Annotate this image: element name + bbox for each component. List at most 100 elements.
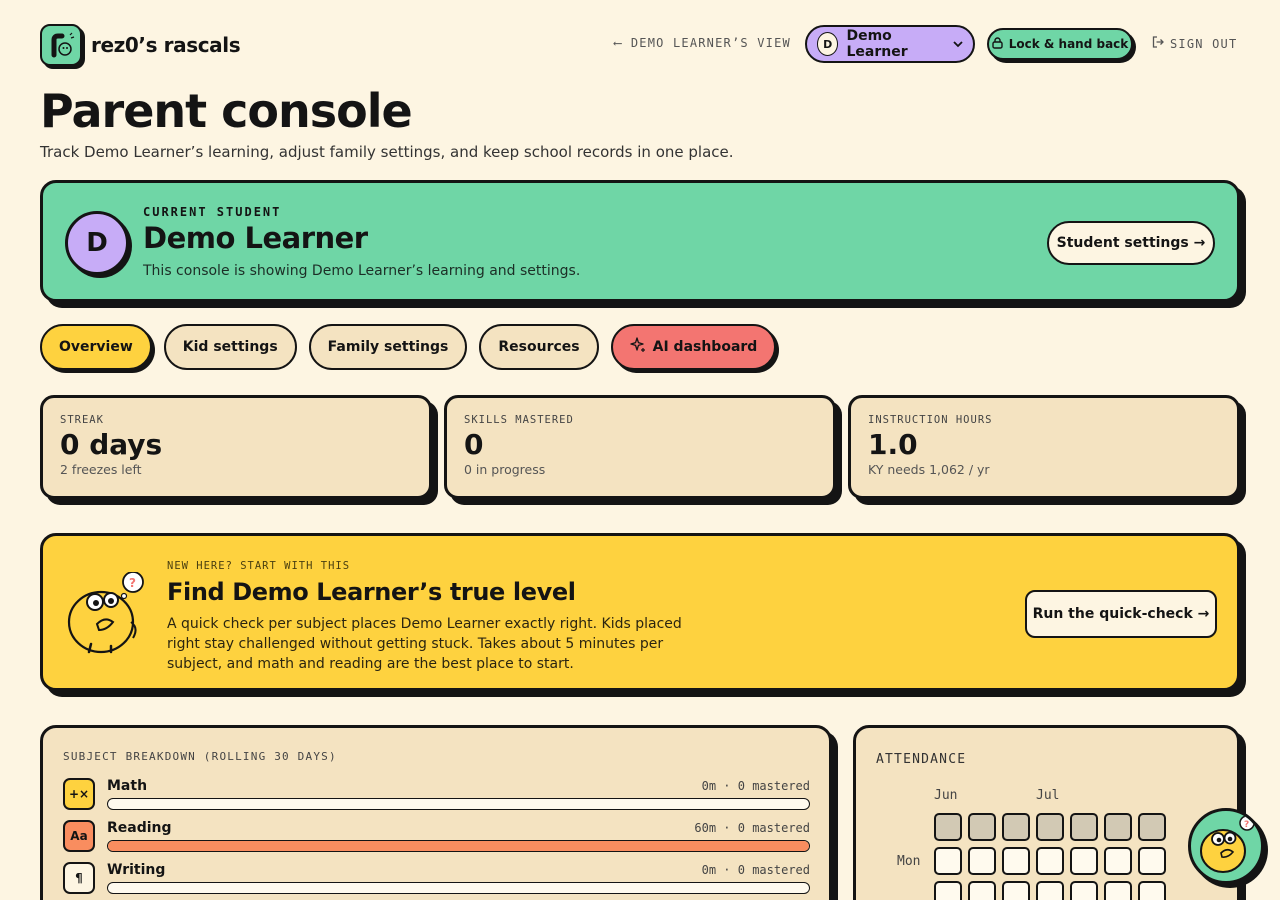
attendance-day-cell[interactable] [1036,813,1064,841]
attendance-month-label: Jun [934,788,958,803]
tab-ai-dashboard[interactable]: AI dashboard [610,324,777,370]
learner-switcher[interactable]: D Demo Learner [805,25,975,63]
attendance-day-cell[interactable] [1036,881,1064,900]
attendance-day-cell[interactable] [1070,847,1098,875]
mascot-icon: ? [1200,815,1255,873]
tab-label: Overview [59,339,133,355]
student-name: Demo Learner [143,221,368,255]
arrow-left-icon: ⟵ [614,36,631,50]
attendance-day-cell[interactable] [934,881,962,900]
attendance-day-cell[interactable] [1104,847,1132,875]
attendance-day-cell[interactable] [1104,813,1132,841]
sign-out-icon [1152,36,1164,51]
subject-progress-bar [107,840,810,852]
subject-progress-bar [107,882,810,894]
sign-out-label: SIGN OUT [1170,36,1238,51]
attendance-day-cell[interactable] [934,813,962,841]
page-subtitle: Track Demo Learner’s learning, adjust fa… [40,143,734,161]
stat-label: INSTRUCTION HOURS [868,414,993,426]
attendance-day-label: Mon [897,854,921,869]
subject-progress-fill [108,841,809,851]
subject-progress-bar [107,798,810,810]
subject-icon: ¶ [63,862,95,894]
sparkle-icon [629,337,646,357]
run-quick-check-button[interactable]: Run the quick-check → [1025,590,1217,638]
sign-out-link[interactable]: SIGN OUT [1152,36,1237,51]
back-link-label: DEMO LEARNER’S VIEW [630,36,791,50]
stat-value: 0 days [60,428,163,461]
current-student-card: D CURRENT STUDENT Demo Learner This cons… [40,180,1240,302]
tab-resources[interactable]: Resources [479,324,599,370]
brand-logo[interactable]: rez0’s rascals [40,24,241,66]
stat-value: 0 [464,428,484,461]
attendance-label: ATTENDANCE [876,752,967,767]
subject-icon: Aa [63,820,95,852]
stat-label: STREAK [60,414,104,426]
subject-stat: 0m · 0 mastered [701,863,810,877]
svg-text:?: ? [1244,820,1249,830]
quick-check-banner: ? NEW HERE? START WITH THIS Find Demo Le… [40,533,1240,691]
learner-avatar: D [817,32,839,56]
attendance-day-cell[interactable] [1138,847,1166,875]
stat-sub: 2 freezes left [60,462,142,477]
attendance-day-cell[interactable] [968,813,996,841]
attendance-day-cell[interactable] [934,847,962,875]
helper-mascot-button[interactable]: ? [1188,808,1264,884]
brand-name: rez0’s rascals [91,33,241,57]
attendance-day-cell[interactable] [1138,881,1166,900]
tab-label: Family settings [327,339,449,355]
attendance-day-cell[interactable] [1104,881,1132,900]
current-student-eyebrow: CURRENT STUDENT [143,205,282,219]
subject-icon: +× [63,778,95,810]
thinking-mascot-icon: ? [61,571,151,662]
back-to-learner-view-link[interactable]: ⟵ DEMO LEARNER’S VIEW [614,36,791,50]
subject-name: Reading [107,820,172,836]
svg-text:?: ? [129,576,136,590]
subject-name: Writing [107,862,166,878]
lock-icon [992,36,1003,52]
lock-button-label: Lock & hand back [1008,37,1129,51]
attendance-day-cell[interactable] [1036,847,1064,875]
attendance-day-cell[interactable] [968,847,996,875]
subject-row-writing[interactable]: ¶ Writing 0m · 0 mastered [63,862,810,898]
quick-check-body: A quick check per subject places Demo Le… [167,616,682,672]
attendance-day-cell[interactable] [1002,813,1030,841]
attendance-day-cell[interactable] [1002,847,1030,875]
subject-stat: 0m · 0 mastered [701,779,810,793]
student-settings-button[interactable]: Student settings → [1047,221,1215,265]
attendance-month-label: Jul [1036,788,1060,803]
student-avatar: D [65,211,129,275]
console-tabs: Overview Kid settings Family settings Re… [40,324,777,370]
learner-switcher-label: Demo Learner [846,28,908,60]
tab-label: Resources [498,339,580,355]
lock-and-hand-back-button[interactable]: Lock & hand back [987,28,1133,60]
student-description: This console is showing Demo Learner’s l… [143,263,581,279]
stat-card-instruction-hours: INSTRUCTION HOURS 1.0 KY needs 1,062 / y… [848,395,1240,499]
stat-sub: 0 in progress [464,462,546,477]
subject-breakdown-label: SUBJECT BREAKDOWN (ROLLING 30 DAYS) [63,750,337,763]
attendance-day-cell[interactable] [1070,881,1098,900]
logo-mark-icon [40,24,82,66]
subject-name: Math [107,778,148,794]
tab-label: Kid settings [182,339,278,355]
attendance-day-cell[interactable] [968,881,996,900]
attendance-day-cell[interactable] [1002,881,1030,900]
tab-label: AI dashboard [652,339,758,355]
quick-check-title: Find Demo Learner’s true level [167,578,576,606]
stat-value: 1.0 [868,428,918,461]
attendance-day-cell[interactable] [1138,813,1166,841]
stat-card-skills-mastered: SKILLS MASTERED 0 0 in progress [444,395,836,499]
subject-stat: 60m · 0 mastered [694,821,810,835]
stat-label: SKILLS MASTERED [464,414,574,426]
stat-sub: KY needs 1,062 / yr [868,462,990,477]
subject-row-reading[interactable]: Aa Reading 60m · 0 mastered [63,820,810,856]
tab-kid-settings[interactable]: Kid settings [163,324,297,370]
tab-family-settings[interactable]: Family settings [308,324,468,370]
page-title: Parent console [40,84,413,138]
subject-row-math[interactable]: +× Math 0m · 0 mastered [63,778,810,814]
quick-check-eyebrow: NEW HERE? START WITH THIS [167,560,351,572]
stat-card-streak: STREAK 0 days 2 freezes left [40,395,432,499]
chevron-down-icon [953,38,963,51]
attendance-day-cell[interactable] [1070,813,1098,841]
tab-overview[interactable]: Overview [40,324,152,370]
